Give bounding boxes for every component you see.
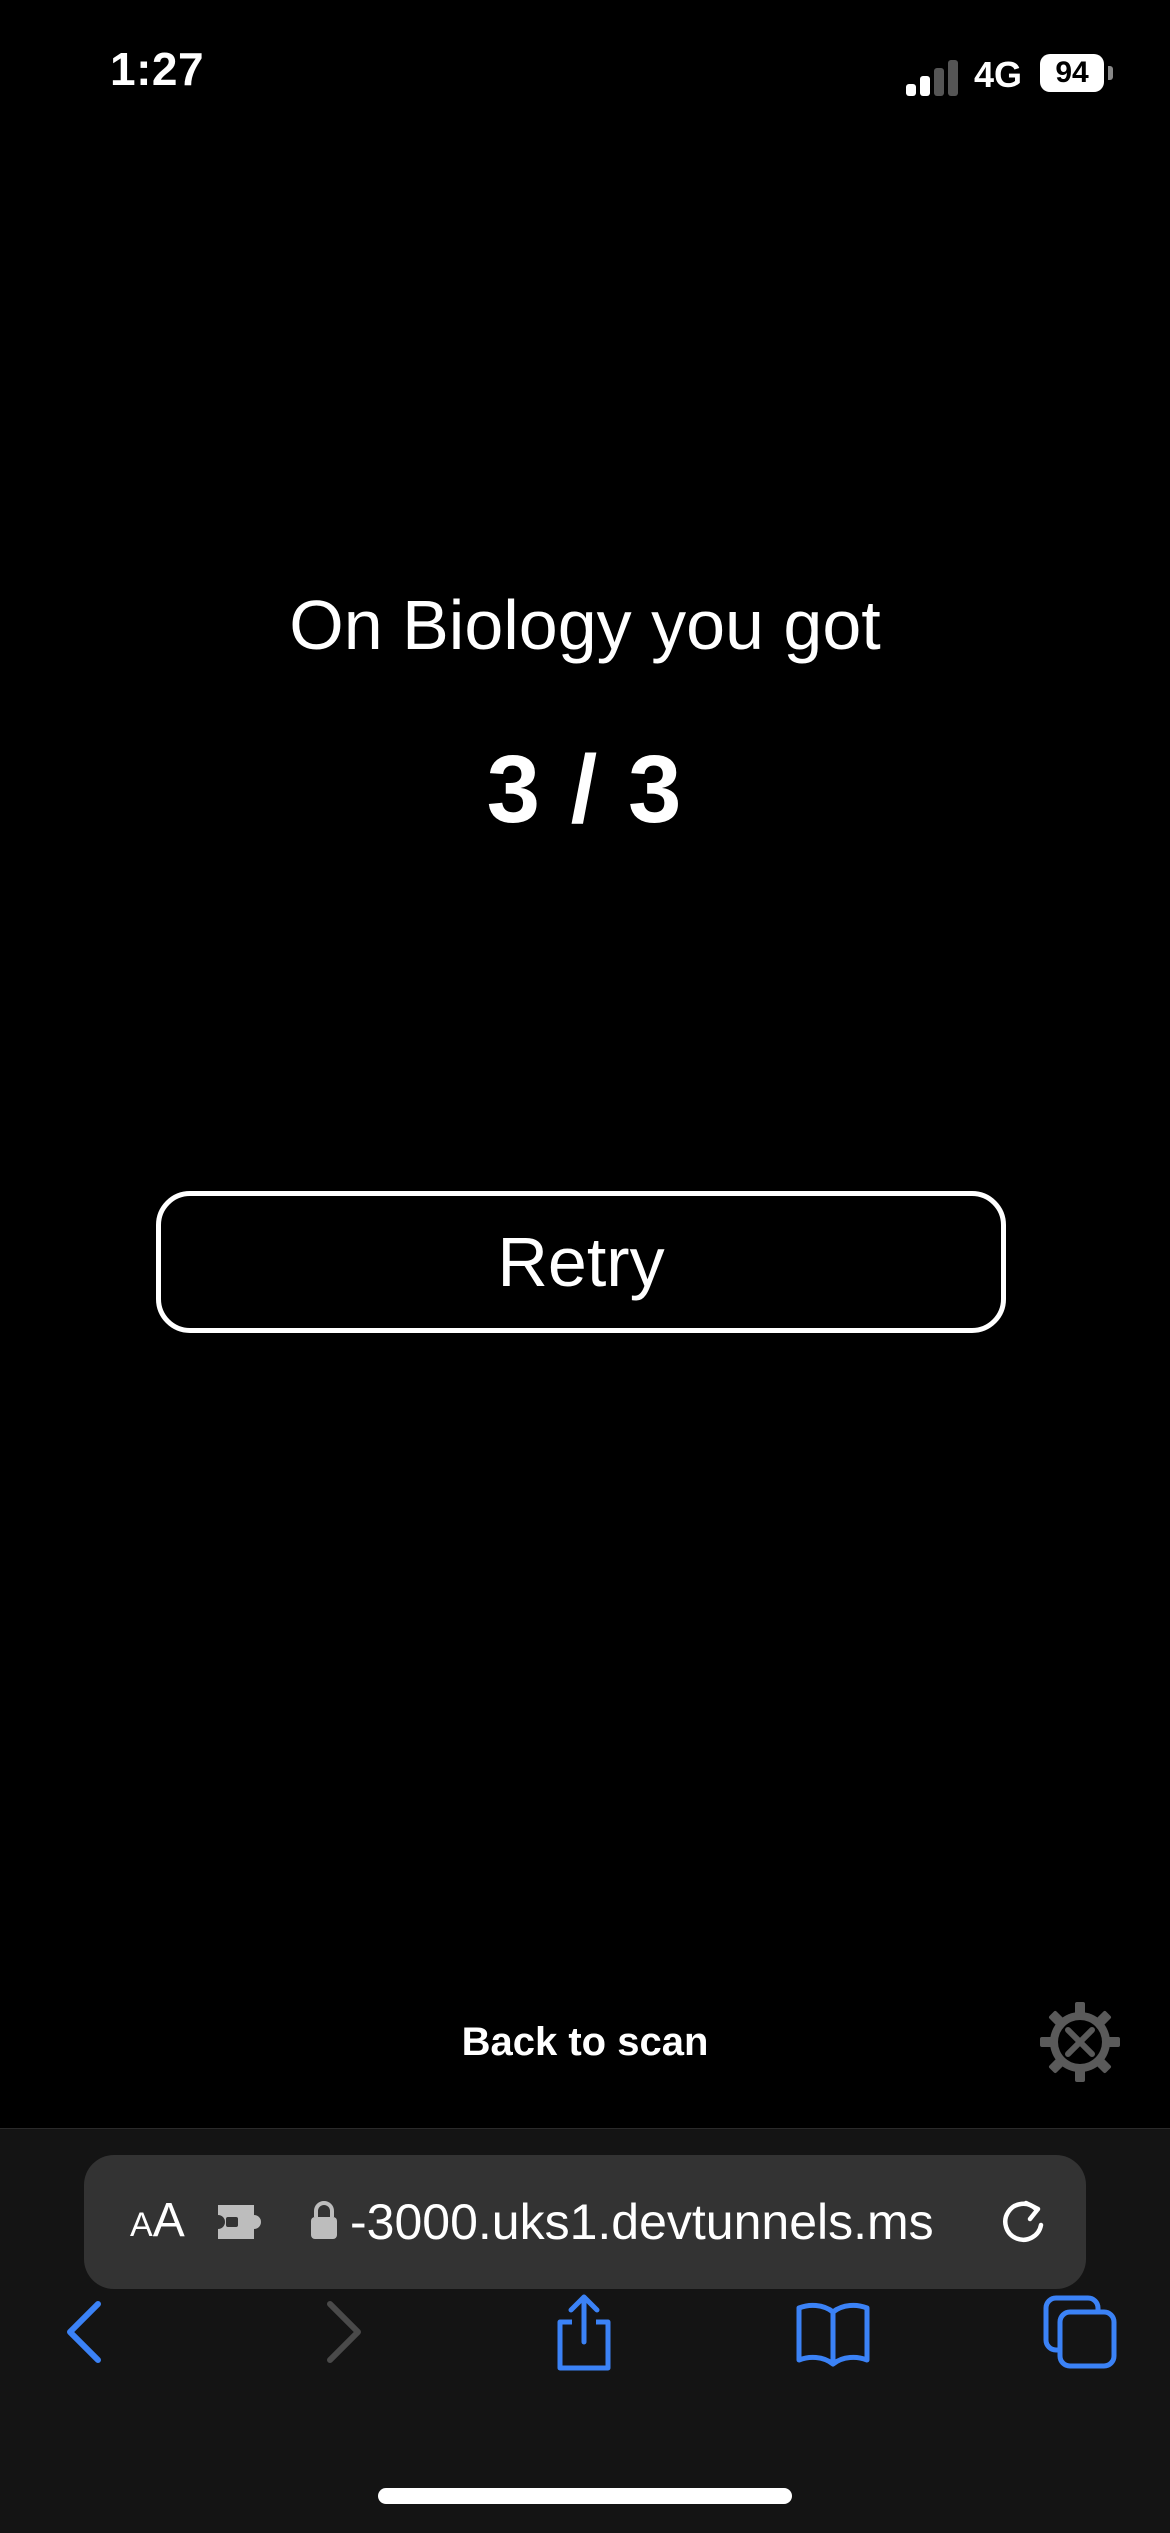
book-icon[interactable] [793,2292,873,2372]
lock-icon [311,2201,337,2239]
result-heading: On Biology you got [289,586,881,664]
status-time: 1:27 [110,43,205,95]
devtools-gear-icon[interactable] [1038,2000,1122,2084]
url-text[interactable]: -3000.uks1.devtunnels.ms [350,2193,934,2251]
reload-icon[interactable] [996,2195,1050,2249]
tabs-icon[interactable] [1040,2292,1120,2372]
network-type: 4G [974,54,1023,95]
extension-icon[interactable] [214,2201,268,2243]
signal-strength-icon [906,56,958,96]
battery-icon: 94 [1040,54,1104,92]
score-value: 3 / 3 [486,736,684,843]
retry-button[interactable]: Retry [156,1191,1006,1333]
battery-cap [1108,66,1113,80]
chevron-left-icon[interactable] [48,2292,128,2372]
chevron-right-icon[interactable] [300,2292,380,2372]
text-size-button[interactable]: AA [130,2193,185,2253]
address-bar[interactable]: AA -3000.uks1.devtunnels.ms [84,2155,1086,2289]
share-icon[interactable] [544,2292,624,2372]
status-bar: 1:27 4G 94 [0,0,1170,140]
back-to-scan-link[interactable]: Back to scan [0,2020,1170,2065]
home-indicator[interactable] [378,2488,792,2504]
